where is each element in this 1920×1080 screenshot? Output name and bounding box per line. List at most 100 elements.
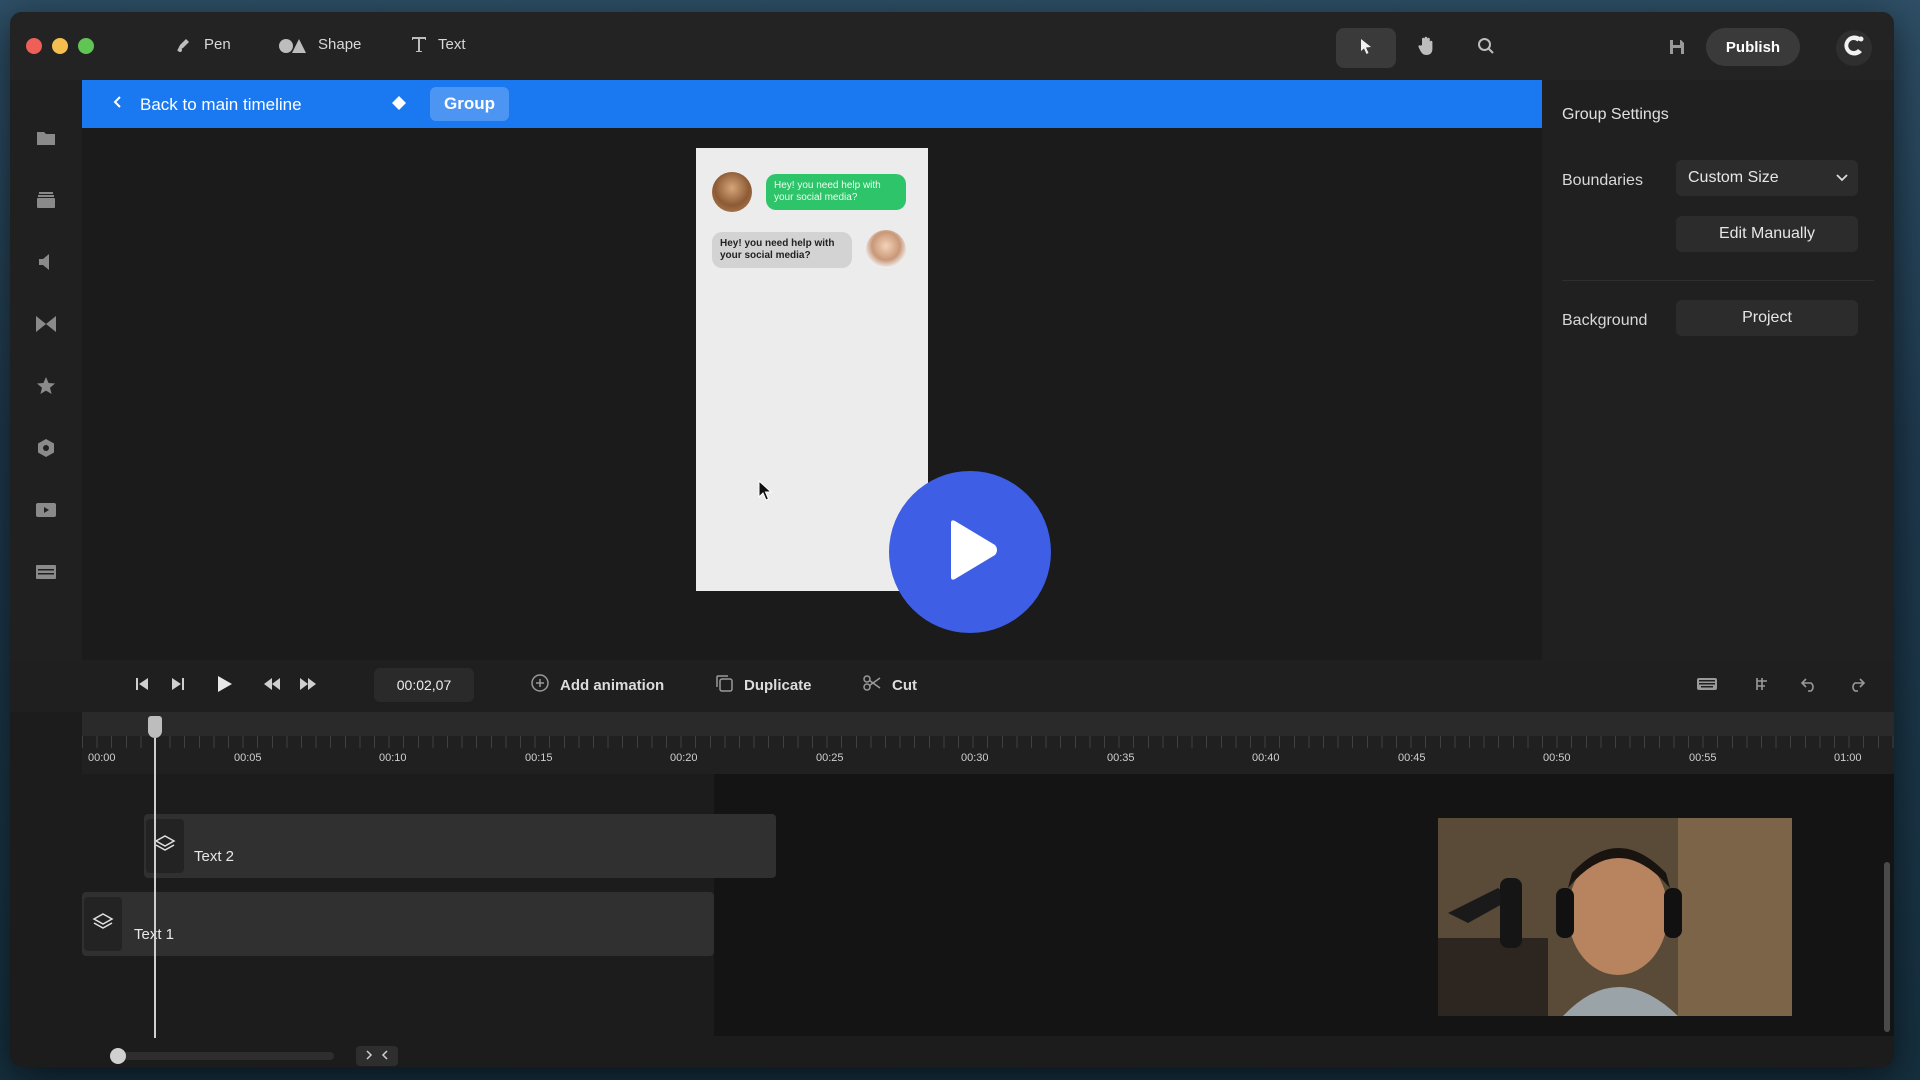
tick-label: 00:00 (88, 752, 116, 764)
chat-bubble-outgoing: Hey! you need help with your social medi… (766, 174, 906, 210)
duplicate-icon (714, 673, 734, 697)
pen-icon (174, 34, 194, 54)
background-select[interactable]: Project (1676, 300, 1858, 336)
ruler-ticks (82, 736, 1894, 748)
transport-bar: 00:02,07 Add animation Duplicate Cut (10, 660, 1894, 712)
skip-to-start-icon[interactable] (134, 676, 150, 692)
select-tool-button[interactable] (1336, 28, 1396, 68)
scrub-track[interactable] (82, 712, 1894, 736)
publish-button[interactable]: Publish (1706, 28, 1800, 66)
app-logo[interactable] (1836, 30, 1872, 66)
play-button[interactable] (214, 674, 234, 694)
layers-icon (92, 912, 114, 937)
chat-message-row: Hey! you need help with your social medi… (712, 230, 906, 270)
back-link-label: Back to main timeline (140, 94, 302, 114)
playhead-handle[interactable] (148, 716, 162, 738)
effects-icon[interactable] (34, 436, 58, 460)
edit-manually-button[interactable]: Edit Manually (1676, 216, 1858, 252)
undo-icon[interactable] (1800, 676, 1818, 692)
track-clip-text-1[interactable]: Text 1 (82, 892, 714, 956)
audio-icon[interactable] (34, 250, 58, 274)
duplicate-button[interactable]: Duplicate (714, 673, 812, 697)
group-breadcrumb-bar: Back to main timeline Group (82, 80, 1542, 128)
track-clip-text-2[interactable]: Text 2 (144, 814, 776, 878)
tick-label: 00:10 (379, 752, 407, 764)
add-animation-label: Add animation (560, 676, 665, 694)
background-label: Background (1562, 312, 1648, 329)
clip-handle[interactable] (146, 819, 184, 873)
shape-tool-label: Shape (318, 35, 362, 53)
boundaries-select[interactable]: Custom Size (1676, 160, 1858, 196)
video-icon[interactable] (34, 498, 58, 522)
play-icon (939, 517, 1001, 588)
avatar (712, 172, 752, 212)
search-icon (1477, 37, 1495, 60)
divider (1562, 280, 1874, 281)
webcam-overlay (1438, 818, 1792, 1016)
save-icon[interactable] (1668, 38, 1686, 61)
play-preview-button[interactable] (889, 471, 1051, 633)
plus-circle-icon (530, 673, 550, 697)
title-bar: Pen Shape Text Publish (10, 12, 1894, 80)
logo-icon (1841, 33, 1867, 64)
captions-icon[interactable] (34, 560, 58, 584)
keyboard-icon[interactable] (1696, 676, 1718, 692)
playhead-line (154, 738, 156, 1038)
timeline-zoom-slider[interactable] (112, 1052, 334, 1060)
tick-label: 00:25 (816, 752, 844, 764)
tick-label: 00:45 (1398, 752, 1426, 764)
step-forward-icon[interactable] (170, 676, 186, 692)
arrow-left-icon (110, 94, 126, 115)
cursor-arrow-icon (1357, 37, 1375, 60)
fast-forward-icon[interactable] (298, 676, 318, 692)
tick-label: 00:15 (525, 752, 553, 764)
hand-tool-button[interactable] (1396, 28, 1456, 68)
minimize-window-button[interactable] (52, 38, 68, 54)
timeline-ruler[interactable]: 00:00 00:05 00:10 00:15 00:20 00:25 00:3… (82, 712, 1894, 774)
close-window-button[interactable] (26, 38, 42, 54)
add-animation-button[interactable]: Add animation (530, 673, 664, 697)
avatar (866, 230, 906, 270)
tick-label: 00:20 (670, 752, 698, 764)
rewind-icon[interactable] (262, 676, 282, 692)
timecode-display[interactable]: 00:02,07 (374, 668, 474, 702)
vertical-scrollbar[interactable] (1884, 862, 1890, 1032)
pen-tool-button[interactable]: Pen (174, 34, 231, 54)
media-library-icon[interactable] (34, 188, 58, 212)
app-window: Pen Shape Text Publish Back to main time… (10, 12, 1894, 1067)
canvas-tools (1336, 28, 1516, 68)
duplicate-label: Duplicate (744, 676, 812, 694)
chevron-down-icon (1836, 169, 1848, 187)
folder-icon[interactable] (34, 126, 58, 150)
redo-icon[interactable] (1848, 676, 1866, 692)
mouse-cursor-icon (758, 479, 774, 507)
hand-icon (1417, 36, 1435, 61)
chat-message-row: Hey! you need help with your social medi… (712, 172, 906, 212)
clip-handle[interactable] (84, 897, 122, 951)
star-icon[interactable] (34, 374, 58, 398)
shape-tool-button[interactable]: Shape (278, 34, 361, 54)
tick-label: 00:40 (1252, 752, 1280, 764)
fit-timeline-button[interactable] (356, 1046, 398, 1066)
group-settings-panel: Group Settings Boundaries Custom Size Ed… (1542, 80, 1894, 660)
text-tool-button[interactable]: Text (410, 34, 466, 54)
boundaries-label: Boundaries (1562, 172, 1643, 189)
preview-canvas[interactable]: Hey! you need help with your social medi… (82, 128, 1542, 660)
group-breadcrumb[interactable]: Group (430, 87, 509, 121)
snap-icon[interactable] (1754, 676, 1770, 692)
boundaries-value: Custom Size (1688, 169, 1779, 186)
zoom-slider-handle[interactable] (110, 1048, 126, 1064)
zoom-tool-button[interactable] (1456, 28, 1516, 68)
clip-label: Text 2 (194, 848, 235, 865)
tick-label: 00:35 (1107, 752, 1135, 764)
collapse-icon (364, 1049, 390, 1064)
scissors-icon (862, 673, 882, 697)
zoom-window-button[interactable] (78, 38, 94, 54)
pen-tool-label: Pen (204, 35, 231, 53)
tick-label: 00:55 (1689, 752, 1717, 764)
transitions-icon[interactable] (34, 312, 58, 336)
text-icon (410, 34, 428, 54)
diamond-icon (392, 96, 406, 110)
cut-button[interactable]: Cut (862, 673, 917, 697)
back-to-main-timeline-link[interactable]: Back to main timeline (110, 94, 302, 115)
